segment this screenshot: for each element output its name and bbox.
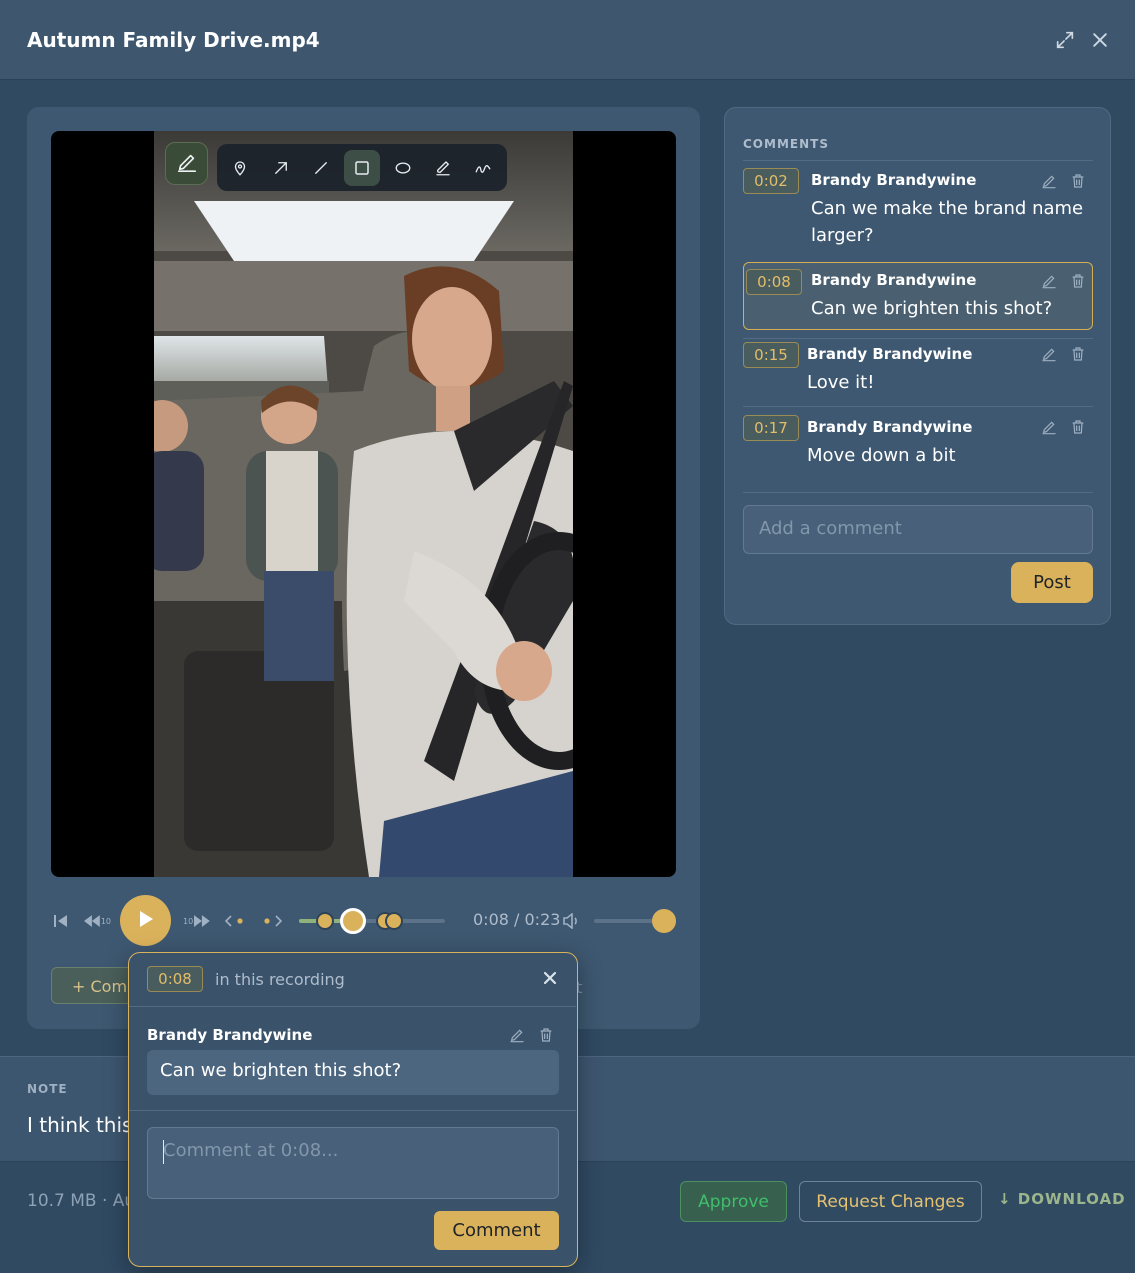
play-icon <box>138 910 154 932</box>
comment-item[interactable]: 0:17 Brandy Brandywine Move down a bit <box>743 415 1093 479</box>
timeline-comment-marker[interactable] <box>384 912 403 930</box>
pencil-icon <box>176 151 198 177</box>
transport-controls: 10 10 0:08 / 0:23 <box>27 893 700 949</box>
trash-icon[interactable] <box>1068 171 1088 191</box>
note-text: I think this <box>27 1113 133 1137</box>
edit-icon[interactable] <box>1039 417 1059 437</box>
trash-icon[interactable] <box>1068 417 1088 437</box>
timeline-comment-marker[interactable] <box>316 912 335 930</box>
comment-author: Brandy Brandywine <box>807 418 973 436</box>
divider <box>129 1006 576 1007</box>
video-frame <box>154 131 573 877</box>
divider <box>743 406 1093 407</box>
trash-icon[interactable] <box>536 1025 556 1045</box>
note-label: NOTE <box>27 1082 68 1096</box>
text-caret <box>163 1140 164 1164</box>
post-button[interactable]: Post <box>1011 562 1093 603</box>
comment-text: Can we make the brand name larger? <box>811 195 1083 249</box>
popup-author: Brandy Brandywine <box>147 1026 313 1044</box>
close-icon[interactable] <box>539 967 561 989</box>
download-button[interactable]: ↓ DOWNLOAD <box>998 1190 1126 1208</box>
player-card <box>27 107 700 1029</box>
modal-header: Autumn Family Drive.mp4 <box>0 0 1135 80</box>
popup-context-label: in this recording <box>215 970 345 989</box>
comment-author: Brandy Brandywine <box>807 345 973 363</box>
line-tool[interactable] <box>303 150 339 186</box>
timeline-comment-marker[interactable] <box>339 908 366 934</box>
popup-timestamp: 0:08 <box>147 966 203 992</box>
previous-comment-icon[interactable] <box>224 912 246 930</box>
request-changes-button[interactable]: Request Changes <box>799 1181 982 1222</box>
edit-icon[interactable] <box>507 1025 527 1045</box>
timecode: 0:08 / 0:23 <box>473 910 561 929</box>
comment-timestamp[interactable]: 0:08 <box>746 269 802 295</box>
edit-icon[interactable] <box>1039 344 1059 364</box>
skip-to-start-icon[interactable] <box>51 912 71 930</box>
pin-tool[interactable] <box>222 150 258 186</box>
comments-panel: COMMENTS 0:02 Brandy Brandywine Can we m… <box>724 107 1111 625</box>
file-title: Autumn Family Drive.mp4 <box>27 28 320 52</box>
divider <box>743 492 1093 493</box>
reply-textarea[interactable]: Comment at 0:08... <box>147 1127 559 1199</box>
comment-item-selected[interactable]: 0:08 Brandy Brandywine Can we brighten t… <box>743 262 1093 330</box>
ellipse-tool[interactable] <box>385 150 421 186</box>
edit-icon[interactable] <box>1039 271 1059 291</box>
comment-text-line: larger? <box>811 225 874 246</box>
comment-text: Move down a bit <box>807 445 956 466</box>
comment-text: Can we brighten this shot? <box>811 298 1053 319</box>
comments-title: COMMENTS <box>743 137 829 151</box>
arrow-tool[interactable] <box>263 150 299 186</box>
close-icon[interactable] <box>1088 28 1112 52</box>
forward-10-label: 10 <box>183 916 194 926</box>
expand-icon[interactable] <box>1053 28 1077 52</box>
comment-author: Brandy Brandywine <box>811 271 977 289</box>
volume-knob[interactable] <box>652 909 676 933</box>
divider <box>129 1110 576 1111</box>
next-comment-icon[interactable] <box>261 912 283 930</box>
popup-comment-text: Can we brighten this shot? <box>147 1050 559 1095</box>
comment-popup: 0:08 in this recording Brandy Brandywine… <box>128 952 578 1267</box>
approve-button[interactable]: Approve <box>680 1181 787 1222</box>
comment-timestamp[interactable]: 0:02 <box>743 168 799 194</box>
edit-icon[interactable] <box>1039 171 1059 191</box>
rewind-10-label: 10 <box>100 916 111 926</box>
volume-icon[interactable] <box>561 912 581 930</box>
comment-text-line: Can we make the brand name <box>811 198 1084 219</box>
video-player[interactable] <box>51 131 676 877</box>
forward-10-button[interactable]: 10 <box>183 912 211 930</box>
divider <box>743 160 1093 161</box>
rewind-10-button[interactable]: 10 <box>83 912 111 930</box>
comment-author: Brandy Brandywine <box>811 171 977 189</box>
trash-icon[interactable] <box>1068 271 1088 291</box>
comment-input[interactable]: Add a comment <box>743 505 1093 554</box>
divider <box>743 338 1093 339</box>
play-button[interactable] <box>120 895 171 946</box>
comment-timestamp[interactable]: 0:17 <box>743 415 799 441</box>
comment-text: Love it! <box>807 372 875 393</box>
comment-item[interactable]: 0:15 Brandy Brandywine Love it! <box>743 342 1093 406</box>
reply-placeholder: Comment at 0:08... <box>163 1140 339 1161</box>
pen-tool[interactable] <box>425 150 461 186</box>
annotation-toolbar <box>217 144 507 191</box>
comment-submit-button[interactable]: Comment <box>434 1211 559 1250</box>
trash-icon[interactable] <box>1068 344 1088 364</box>
freehand-tool[interactable] <box>465 150 501 186</box>
annotate-toggle[interactable] <box>165 142 208 185</box>
rectangle-tool[interactable] <box>344 150 380 186</box>
comment-timestamp[interactable]: 0:15 <box>743 342 799 368</box>
comment-item[interactable]: 0:02 Brandy Brandywine Can we make the b… <box>743 166 1093 254</box>
